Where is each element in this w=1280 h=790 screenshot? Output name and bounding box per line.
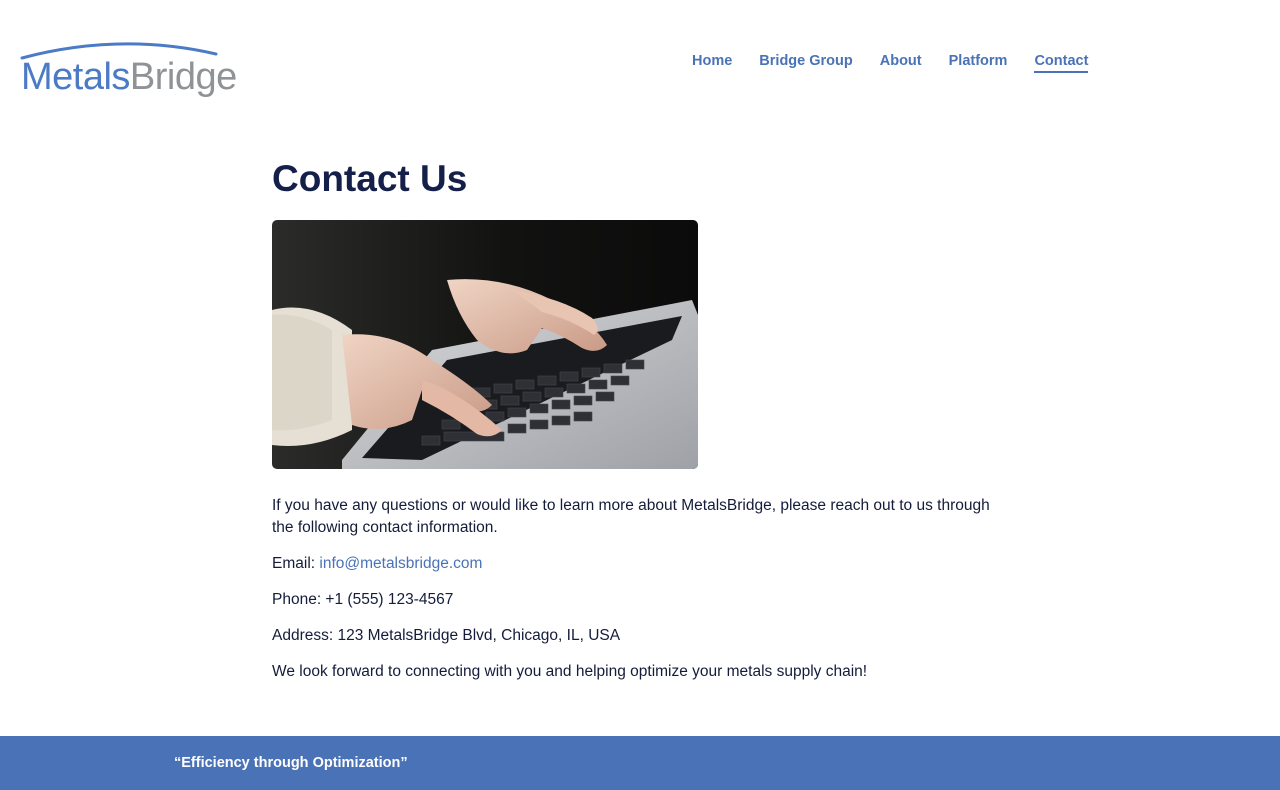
logo-wordmark: MetalsBridge <box>21 54 237 100</box>
nav-contact[interactable]: Contact <box>1034 52 1089 73</box>
intro-paragraph: If you have any questions or would like … <box>272 497 990 536</box>
closing-paragraph: We look forward to connecting with you a… <box>272 663 868 680</box>
main-content: Contact Us If you have any questions or … <box>272 156 1012 697</box>
email-label: Email: <box>272 555 320 572</box>
nav-platform[interactable]: Platform <box>949 52 1008 73</box>
laptop-typing-photo <box>272 220 698 469</box>
address-line: Address: 123 MetalsBridge Blvd, Chicago,… <box>272 627 621 644</box>
page: MetalsBridge Home Bridge Group About Pla… <box>0 0 1280 790</box>
nav-about[interactable]: About <box>880 52 922 73</box>
nav-bridge-group[interactable]: Bridge Group <box>759 52 852 73</box>
phone-line: Phone: +1 (555) 123-4567 <box>272 591 454 608</box>
metalsbridge-logo[interactable]: MetalsBridge <box>20 40 237 102</box>
main-nav: Home Bridge Group About Platform Contact <box>692 52 1115 73</box>
email-link[interactable]: info@metalsbridge.com <box>319 555 482 572</box>
footer: “Efficiency through Optimization” <box>0 736 1280 790</box>
contact-details: If you have any questions or would like … <box>272 495 1012 683</box>
page-title: Contact Us <box>272 158 468 199</box>
email-line: Email: info@metalsbridge.com <box>272 553 1012 575</box>
logo-word-bridge: Bridge <box>129 56 237 98</box>
nav-home[interactable]: Home <box>692 52 732 73</box>
footer-tagline: “Efficiency through Optimization” <box>174 755 408 771</box>
logo-word-metals: Metals <box>21 56 130 98</box>
